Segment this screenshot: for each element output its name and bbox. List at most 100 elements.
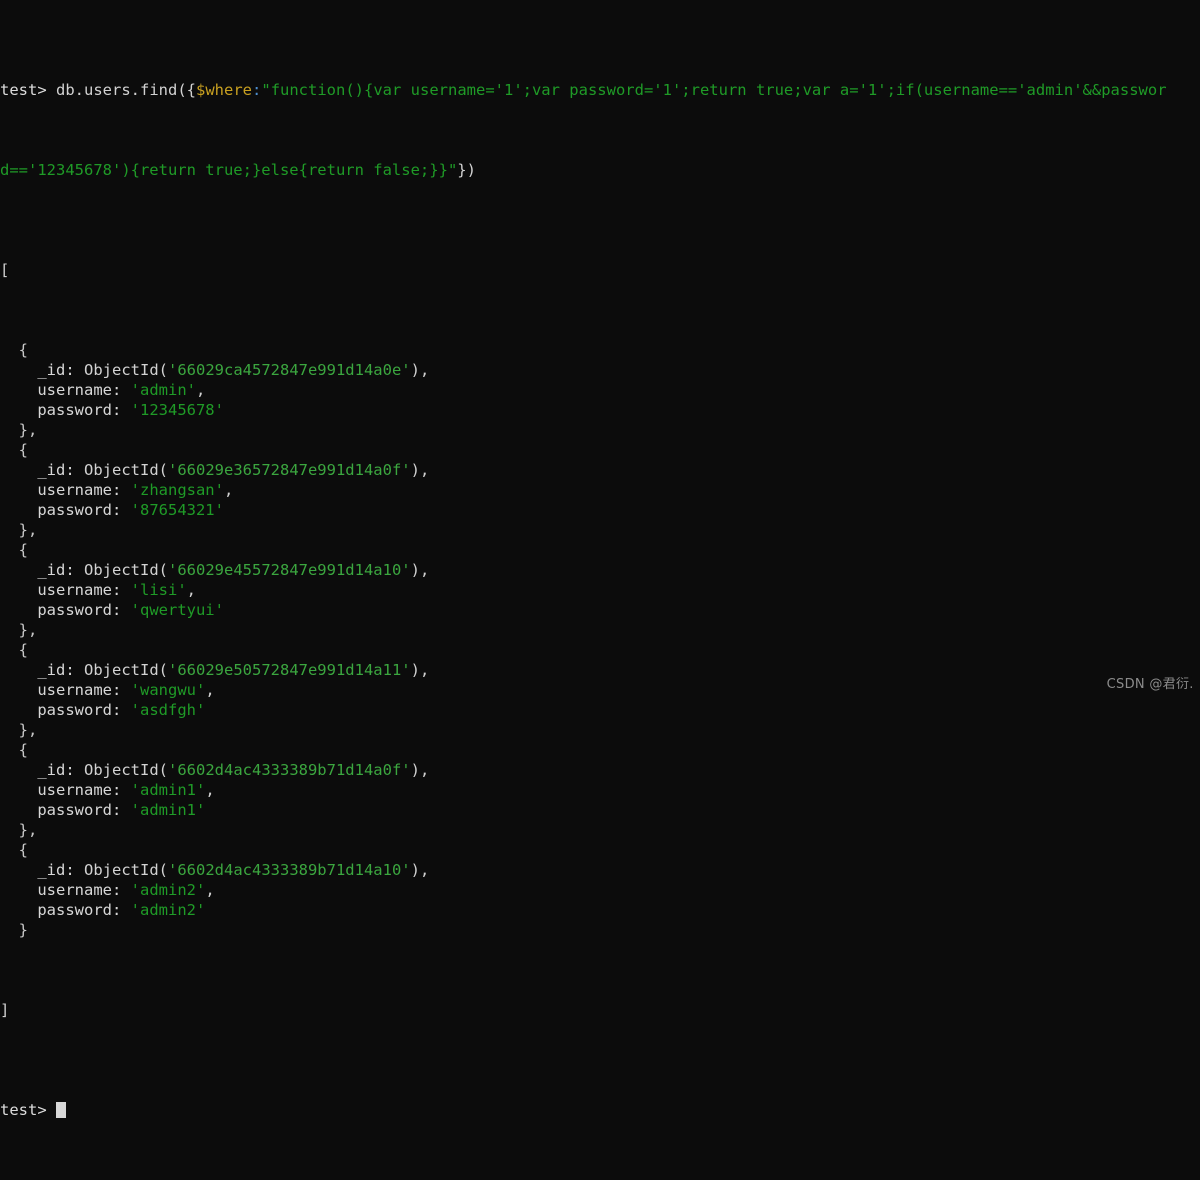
close-bracket-glyph: ]	[0, 1001, 9, 1019]
objectid-close: ),	[411, 661, 430, 679]
objectid-fn: ObjectId(	[84, 661, 168, 679]
open-brace-glyph: {	[0, 441, 28, 459]
document-id-line: _id: ObjectId('66029ca4572847e991d14a0e'…	[0, 360, 1200, 380]
password-value: '12345678'	[131, 401, 224, 419]
password-value: 'admin2'	[131, 901, 206, 919]
space-1	[47, 81, 56, 99]
command-close-quote: "	[448, 161, 457, 179]
command-js-body-part-2: d=='12345678'){return true;}else{return …	[0, 161, 448, 179]
password-label: password:	[0, 501, 131, 519]
watermark: CSDN @君衍.	[1107, 673, 1194, 692]
document-username-line: username: 'wangwu',	[0, 680, 1200, 700]
close-brace-glyph: },	[0, 521, 37, 539]
username-label: username:	[0, 581, 131, 599]
close-brace-glyph: },	[0, 621, 37, 639]
document-password-line: password: 'admin2'	[0, 900, 1200, 920]
open-brace-glyph: {	[0, 841, 28, 859]
open-brace-glyph: {	[0, 541, 28, 559]
document-username-line: username: 'admin2',	[0, 880, 1200, 900]
document-username-line: username: 'zhangsan',	[0, 480, 1200, 500]
document-id-line: _id: ObjectId('66029e50572847e991d14a11'…	[0, 660, 1200, 680]
password-value: 'asdfgh'	[131, 701, 206, 719]
command-call-prefix: db.users.find({	[56, 81, 196, 99]
id-label: _id:	[0, 561, 84, 579]
document-close-brace: },	[0, 620, 1200, 640]
document-open-brace: {	[0, 640, 1200, 660]
document-id-line: _id: ObjectId('6602d4ac4333389b71d14a10'…	[0, 860, 1200, 880]
close-brace-glyph: },	[0, 721, 37, 739]
command-open-quote: "	[261, 81, 270, 99]
close-brace-glyph: },	[0, 821, 37, 839]
command-key-where: $where	[196, 81, 252, 99]
objectid-fn: ObjectId(	[84, 761, 168, 779]
objectid-fn: ObjectId(	[84, 861, 168, 879]
username-label: username:	[0, 381, 131, 399]
password-value: 'admin1'	[131, 801, 206, 819]
id-label: _id:	[0, 661, 84, 679]
document-password-line: password: '87654321'	[0, 500, 1200, 520]
prompt-line-bottom[interactable]: test>	[0, 1100, 1200, 1120]
username-value: 'lisi'	[131, 581, 187, 599]
document-close-brace: },	[0, 520, 1200, 540]
result-open-bracket: [	[0, 260, 1200, 280]
command-call-suffix: })	[457, 161, 476, 179]
result-close-bracket: ]	[0, 1000, 1200, 1020]
objectid-close: ),	[411, 861, 430, 879]
document-close-brace: }	[0, 920, 1200, 940]
username-value: 'admin'	[131, 381, 196, 399]
username-comma: ,	[196, 381, 205, 399]
terminal-window[interactable]: test> db.users.find({$where:"function(){…	[0, 0, 1200, 700]
username-comma: ,	[205, 681, 214, 699]
document-open-brace: {	[0, 340, 1200, 360]
objectid-close: ),	[411, 761, 430, 779]
document-password-line: password: 'asdfgh'	[0, 700, 1200, 720]
objectid-value: '6602d4ac4333389b71d14a10'	[168, 861, 411, 879]
username-label: username:	[0, 881, 131, 899]
password-label: password:	[0, 401, 131, 419]
objectid-value: '66029e50572847e991d14a11'	[168, 661, 411, 679]
objectid-close: ),	[411, 361, 430, 379]
objectid-fn: ObjectId(	[84, 461, 168, 479]
password-label: password:	[0, 901, 131, 919]
result-documents: { _id: ObjectId('66029ca4572847e991d14a0…	[0, 340, 1200, 940]
objectid-value: '66029e45572847e991d14a10'	[168, 561, 411, 579]
objectid-value: '66029ca4572847e991d14a0e'	[168, 361, 411, 379]
password-label: password:	[0, 601, 131, 619]
command-line-row-2: d=='12345678'){return true;}else{return …	[0, 160, 1200, 180]
close-brace-glyph: }	[0, 921, 28, 939]
id-label: _id:	[0, 361, 84, 379]
document-password-line: password: 'qwertyui'	[0, 600, 1200, 620]
document-open-brace: {	[0, 740, 1200, 760]
password-value: '87654321'	[131, 501, 224, 519]
command-line-row-1: test> db.users.find({$where:"function(){…	[0, 80, 1200, 100]
username-value: 'wangwu'	[131, 681, 206, 699]
command-js-body-part-1: function(){var username='1';var password…	[271, 81, 1167, 99]
terminal-output: test> db.users.find({$where:"function(){…	[0, 0, 1200, 1180]
document-open-brace: {	[0, 540, 1200, 560]
username-label: username:	[0, 781, 131, 799]
username-value: 'zhangsan'	[131, 481, 224, 499]
document-id-line: _id: ObjectId('66029e45572847e991d14a10'…	[0, 560, 1200, 580]
document-username-line: username: 'admin',	[0, 380, 1200, 400]
document-open-brace: {	[0, 840, 1200, 860]
prompt-label-bottom: test>	[0, 1101, 47, 1119]
space-2	[47, 1101, 56, 1119]
text-cursor	[56, 1102, 66, 1118]
username-value: 'admin2'	[131, 881, 206, 899]
close-brace-glyph: },	[0, 421, 37, 439]
open-brace-glyph: {	[0, 741, 28, 759]
id-label: _id:	[0, 761, 84, 779]
prompt-label: test>	[0, 81, 47, 99]
open-brace-glyph: {	[0, 341, 28, 359]
password-label: password:	[0, 701, 131, 719]
id-label: _id:	[0, 861, 84, 879]
username-value: 'admin1'	[131, 781, 206, 799]
password-value: 'qwertyui'	[131, 601, 224, 619]
password-label: password:	[0, 801, 131, 819]
username-comma: ,	[205, 881, 214, 899]
document-close-brace: },	[0, 420, 1200, 440]
username-label: username:	[0, 681, 131, 699]
id-label: _id:	[0, 461, 84, 479]
objectid-value: '66029e36572847e991d14a0f'	[168, 461, 411, 479]
objectid-fn: ObjectId(	[84, 361, 168, 379]
